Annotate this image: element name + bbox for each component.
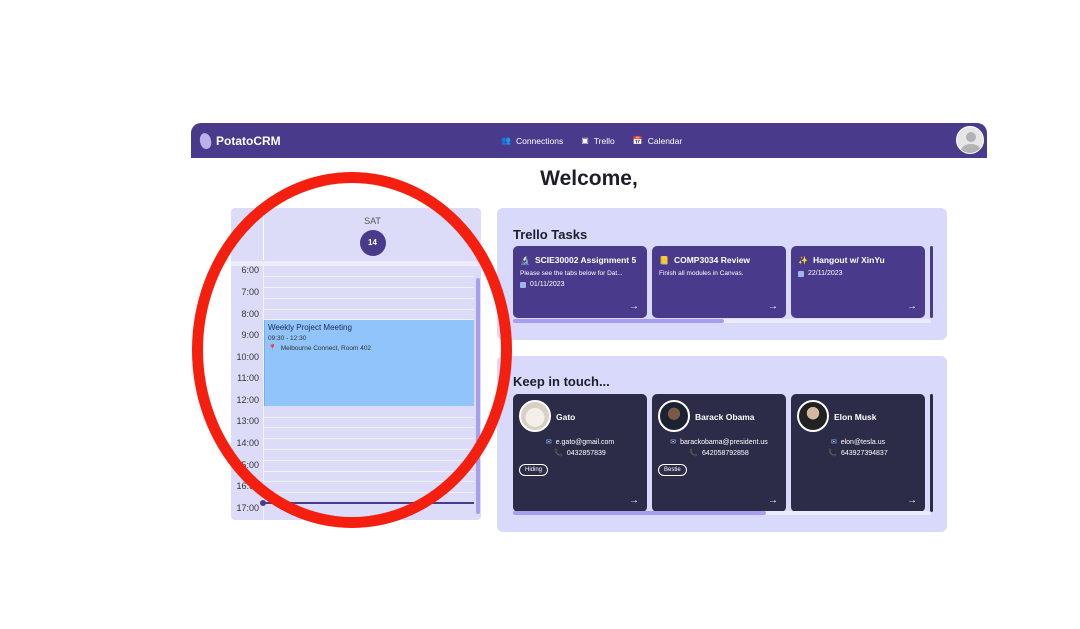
contact-phone-text: 642058792858 (702, 449, 749, 457)
trello-panel: Trello Tasks 🔬 SCIE30002 Assignment 5 Pl… (497, 208, 947, 340)
contact-name: Gato (556, 412, 576, 422)
trello-panel-title: Trello Tasks (513, 227, 588, 242)
trello-card-title-text: SCIE30002 Assignment 5 (534, 255, 637, 265)
brand-name: PotatoCRM (216, 133, 281, 148)
welcome-heading: Welcome, (540, 167, 638, 190)
potato-logo-icon (198, 131, 213, 150)
contacts-scrollbar-thumb[interactable] (513, 511, 766, 515)
contact-phone-text: 643927394837 (841, 449, 888, 457)
brand[interactable]: PotatoCRM (198, 131, 281, 150)
calendar-icon: 📅 (632, 136, 643, 145)
annotation-circle (192, 172, 512, 528)
contacts-scrollbar[interactable] (513, 511, 931, 515)
calendar-icon (798, 270, 804, 277)
nav-trello-label: Trello (593, 135, 615, 146)
contacts-panel-title: Keep in touch... (513, 374, 610, 389)
trello-card-title-text: Hangout w/ XinYu (812, 255, 885, 265)
contact-phone: 📞 0432857839 (513, 449, 647, 458)
notebook-icon: 📒 (659, 255, 669, 265)
contact-card-list: Gato ✉ e.gato@gmail.com 📞 0432857839 Hid… (513, 394, 933, 512)
arrow-right-icon[interactable]: → (629, 495, 639, 506)
top-navbar: PotatoCRM 👥 Connections ▣ Trello 📅 Calen… (191, 123, 987, 158)
trello-card-due: 01/11/2023 (520, 281, 565, 288)
trello-card-description: Finish all modules in Canvas. (659, 270, 744, 277)
trello-card-date: 01/11/2023 (530, 281, 565, 288)
nav-calendar-label: Calendar (647, 135, 683, 146)
arrow-right-icon[interactable]: → (768, 495, 778, 506)
user-avatar[interactable] (956, 126, 984, 154)
contact-phone: 📞 642058792858 (652, 449, 786, 458)
calendar-icon (520, 281, 526, 288)
phone-icon: 📞 (689, 450, 698, 457)
page: PotatoCRM 👥 Connections ▣ Trello 📅 Calen… (0, 0, 1080, 629)
trello-card-partial[interactable] (930, 246, 933, 318)
contact-phone: 📞 643927394837 (791, 449, 925, 458)
trello-card-list: 🔬 SCIE30002 Assignment 5 Please see the … (513, 246, 933, 318)
trello-card[interactable]: 🔬 SCIE30002 Assignment 5 Please see the … (513, 246, 647, 318)
email-icon: ✉ (830, 439, 837, 446)
contact-name: Elon Musk (834, 412, 877, 422)
contact-card[interactable]: Elon Musk ✉ elon@tesla.us 📞 643927394837… (791, 394, 925, 512)
sparkles-icon: ✨ (798, 255, 808, 265)
board-icon: ▣ (581, 136, 589, 145)
contact-phone-text: 0432857839 (566, 449, 606, 457)
arrow-right-icon[interactable]: → (629, 301, 639, 312)
contact-email: ✉ barackobama@president.us (652, 438, 786, 447)
contact-card[interactable]: Barack Obama ✉ barackobama@president.us … (652, 394, 786, 512)
arrow-right-icon[interactable]: → (907, 301, 917, 312)
contact-email: ✉ e.gato@gmail.com (513, 438, 647, 447)
contact-photo (797, 400, 829, 432)
trello-scrollbar-thumb[interactable] (513, 319, 724, 323)
trello-card[interactable]: 📒 COMP3034 Review Finish all modules in … (652, 246, 786, 318)
contact-email-text: e.gato@gmail.com (555, 438, 615, 446)
contact-photo (658, 400, 690, 432)
trello-card-due: 22/11/2023 (798, 270, 843, 277)
nav-calendar[interactable]: 📅 Calendar (633, 136, 682, 146)
email-icon: ✉ (545, 439, 552, 446)
microscope-icon: 🔬 (520, 255, 530, 265)
contacts-panel: Keep in touch... Gato ✉ e.gato@gmail.com… (497, 356, 947, 532)
trello-card-title: 🔬 SCIE30002 Assignment 5 (520, 255, 636, 265)
trello-scrollbar[interactable] (513, 319, 931, 323)
trello-card[interactable]: ✨ Hangout w/ XinYu 22/11/2023 → (791, 246, 925, 318)
avatar-body-icon (961, 144, 981, 153)
contact-card[interactable]: Gato ✉ e.gato@gmail.com 📞 0432857839 Hid… (513, 394, 647, 512)
avatar-head-icon (966, 132, 976, 142)
arrow-right-icon[interactable]: → (768, 301, 778, 312)
contact-email: ✉ elon@tesla.us (791, 438, 925, 447)
time-label: 17:00 (236, 503, 259, 513)
contact-name: Barack Obama (695, 412, 755, 422)
trello-card-description: Please see the tabs below for Dat... (520, 270, 623, 277)
trello-card-title-text: COMP3034 Review (673, 255, 751, 265)
nav-links: 👥 Connections ▣ Trello 📅 Calendar (501, 123, 682, 158)
nav-connections[interactable]: 👥 Connections (501, 136, 563, 146)
contact-email-text: barackobama@president.us (680, 438, 768, 446)
trello-card-title: ✨ Hangout w/ XinYu (798, 255, 885, 265)
contact-email-text: elon@tesla.us (840, 438, 886, 446)
trello-card-date: 22/11/2023 (808, 270, 843, 277)
contact-tag: Hiding (519, 464, 549, 476)
email-icon: ✉ (670, 439, 677, 446)
contact-photo (519, 400, 551, 432)
contact-tag: Bestie (658, 464, 687, 476)
nav-trello[interactable]: ▣ Trello (581, 136, 615, 146)
users-icon: 👥 (501, 136, 511, 145)
phone-icon: 📞 (554, 450, 563, 457)
phone-icon: 📞 (828, 450, 837, 457)
nav-connections-label: Connections (515, 135, 564, 146)
contact-card-partial[interactable] (930, 394, 933, 512)
arrow-right-icon[interactable]: → (907, 495, 917, 506)
trello-card-title: 📒 COMP3034 Review (659, 255, 750, 265)
